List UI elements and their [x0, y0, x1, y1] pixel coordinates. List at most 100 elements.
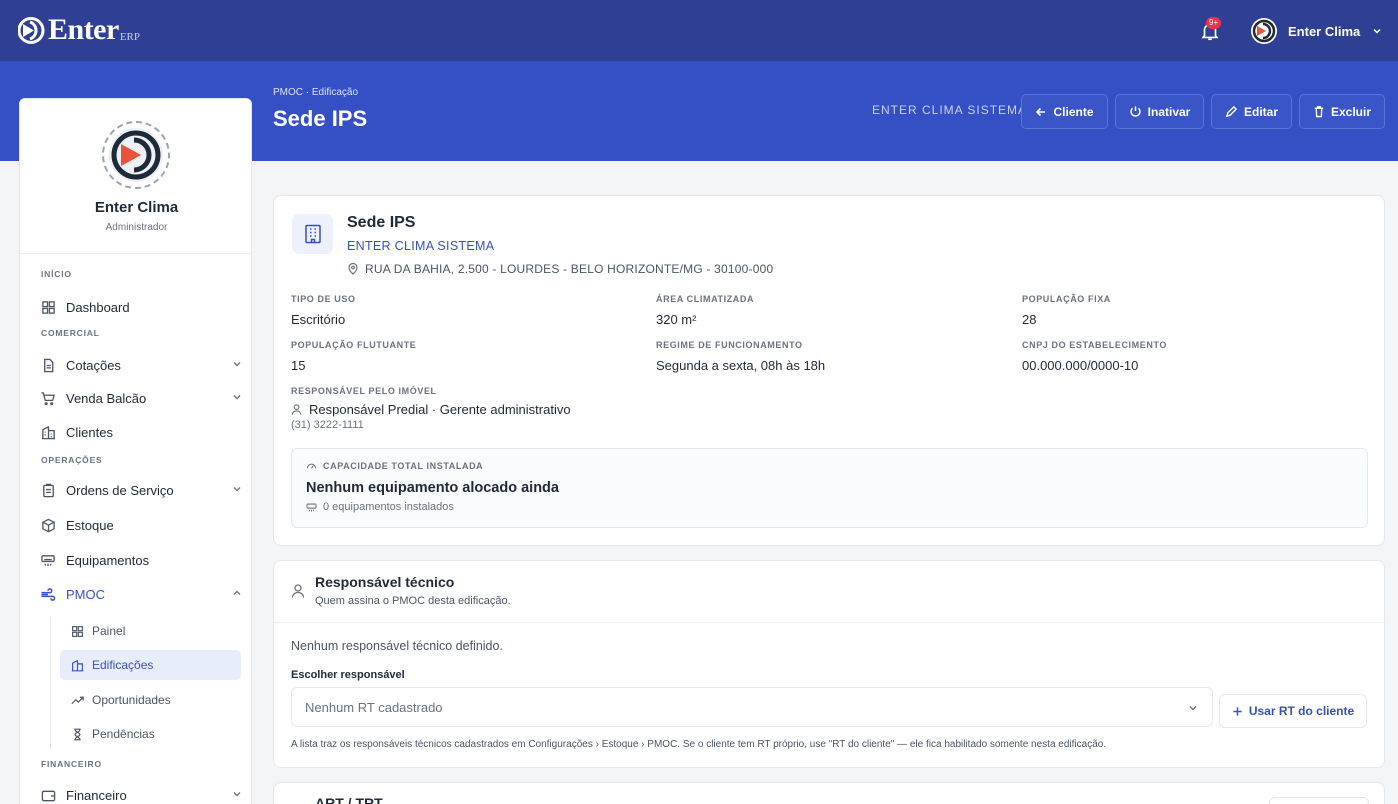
section-financeiro: FINANCEIRO [41, 759, 102, 769]
field-value-area: 320 m² [656, 312, 697, 327]
trash-icon [1314, 106, 1324, 118]
chevron-down-icon [233, 395, 241, 400]
user-icon [291, 584, 305, 598]
sidebar-subitem-label: Pendências [92, 727, 155, 741]
capacity-count: 0 equipamentos instalados [323, 501, 454, 513]
sidebar-item-pmoc[interactable]: PMOC [40, 580, 242, 608]
plus-icon [1233, 706, 1242, 716]
box-icon [40, 517, 56, 533]
building-card: Sede IPS ENTER CLIMA SISTEMA RUA DA BAHI… [273, 195, 1385, 546]
chevron-down-icon [233, 792, 241, 797]
top-bar [0, 0, 1398, 61]
sidebar-item-label: Financeiro [66, 787, 127, 803]
sidebar-item-label: Clientes [66, 424, 113, 440]
rt-choose-label: Escolher responsável [291, 669, 405, 681]
field-value-pop-flutuante: 15 [291, 358, 306, 373]
map-pin-icon [348, 263, 358, 275]
field-label-area: ÁREA CLIMATIZADA [656, 294, 755, 304]
sidebar-item-financeiro[interactable]: Financeiro [40, 781, 242, 804]
art-trt-card: ART / TRT [273, 782, 1385, 804]
sidebar-subitem-edificacoes[interactable]: Edificações [60, 650, 241, 680]
field-label-cnpj: CNPJ DO ESTABELECIMENTO [1022, 340, 1167, 350]
field-label-tipo-uso: TIPO DE USO [291, 294, 356, 304]
capacity-label-row: CAPACIDADE TOTAL INSTALADA [306, 460, 483, 471]
sidebar-item-dashboard[interactable]: Dashboard [40, 293, 242, 321]
field-value-cnpj: 00.000.000/0000-10 [1022, 358, 1139, 373]
responsavel-text: Responsável Predial · Gerente administra… [309, 402, 571, 417]
inactivate-label: Inativar [1147, 104, 1191, 119]
sidebar-subitem-painel[interactable]: Painel [60, 616, 241, 646]
back-to-client-button[interactable]: Cliente [1021, 94, 1108, 129]
cart-icon [40, 390, 56, 406]
rt-card-header: Responsável técnico Quem assina o PMOC d… [274, 561, 1386, 623]
building-icon [70, 658, 84, 672]
grid-icon [70, 624, 84, 638]
sidebar-item-clientes[interactable]: Clientes [40, 418, 242, 446]
capacity-label: CAPACIDADE TOTAL INSTALADA [323, 460, 484, 471]
clipboard-icon [40, 482, 56, 498]
avatar [102, 121, 170, 189]
field-label-regime: REGIME DE FUNCIONAMENTO [656, 340, 803, 350]
address-text: RUA DA BAHIA, 2.500 - LOURDES - BELO HOR… [365, 262, 774, 276]
inactivate-button[interactable]: Inativar [1115, 94, 1204, 129]
brand-suffix: ERP [119, 31, 141, 43]
section-operacoes: OPERAÇÕES [41, 455, 103, 465]
divider [20, 253, 253, 254]
art-title: ART / TRT [315, 795, 383, 804]
rt-empty-text: Nenhum responsável técnico definido. [291, 639, 503, 653]
sidebar-subitem-pendencias[interactable]: Pendências [60, 719, 241, 749]
rt-title: Responsável técnico [315, 574, 455, 590]
sidebar-item-ordens-servico[interactable]: Ordens de Serviço [40, 476, 242, 504]
wind-icon [40, 586, 56, 602]
sidebar-item-equipamentos[interactable]: Equipamentos [40, 546, 242, 574]
building-address: RUA DA BAHIA, 2.500 - LOURDES - BELO HOR… [347, 262, 773, 276]
grid-icon [40, 299, 56, 315]
client-label: ENTER CLIMA SISTEMA [872, 103, 1028, 117]
user-menu[interactable]: Enter Clima [1250, 17, 1382, 45]
building-client-link[interactable]: ENTER CLIMA SISTEMA [347, 239, 494, 253]
sidebar-subitem-label: Edificações [92, 658, 154, 672]
building-icon [40, 424, 56, 440]
sidebar-item-label: Estoque [66, 517, 114, 533]
sidebar-item-label: Ordens de Serviço [66, 482, 174, 498]
page-title: Sede IPS [273, 106, 368, 131]
section-comercial: COMERCIAL [41, 328, 100, 338]
field-label-pop-flutuante: POPULAÇÃO FLUTUANTE [291, 340, 417, 350]
delete-button[interactable]: Excluir [1299, 94, 1385, 129]
air-conditioner-icon [306, 503, 317, 512]
field-label-responsavel: RESPONSÁVEL PELO IMÓVEL [291, 386, 437, 396]
capacity-count-row: 0 equipamentos instalados [306, 501, 454, 513]
sidebar-item-label: Dashboard [66, 299, 130, 315]
building-icon [292, 214, 333, 254]
sidebar-item-venda-balcao[interactable]: Venda Balcão [40, 384, 242, 412]
trending-up-icon [70, 693, 84, 707]
edit-button[interactable]: Editar [1211, 94, 1292, 129]
sidebar-subitem-oportunidades[interactable]: Oportunidades [60, 685, 241, 715]
field-value-pop-fixa: 28 [1022, 312, 1037, 327]
air-conditioner-icon [40, 552, 56, 568]
user-avatar-icon [1251, 18, 1277, 44]
sidebar: Enter Clima Administrador INÍCIO Dashboa… [19, 98, 253, 804]
brand-name: Enter [48, 13, 119, 46]
rt-select[interactable]: Nenhum RT cadastrado [291, 687, 1213, 727]
sidebar-subitem-label: Oportunidades [92, 693, 171, 707]
art-action-button[interactable] [1269, 797, 1369, 804]
section-inicio: INÍCIO [41, 269, 72, 279]
company-logo-icon [109, 128, 163, 182]
breadcrumb[interactable]: PMOC · Edificação [273, 87, 358, 98]
brand-logo[interactable]: Enter ERP [18, 15, 140, 45]
sidebar-item-label: PMOC [66, 586, 105, 602]
building-name: Sede IPS [347, 214, 416, 231]
sidebar-item-cotacoes[interactable]: Cotações [40, 351, 242, 379]
user-name: Enter Clima [1288, 23, 1361, 39]
capacity-value: Nenhum equipamento alocado ainda [306, 480, 559, 496]
enter-logo-icon [18, 17, 45, 44]
chevron-up-icon [233, 590, 241, 595]
use-client-rt-button[interactable]: Usar RT do cliente [1219, 694, 1367, 728]
sidebar-user-role: Administrador [105, 222, 168, 233]
sidebar-item-label: Equipamentos [66, 552, 150, 568]
sidebar-item-estoque[interactable]: Estoque [40, 511, 242, 539]
document-icon [40, 357, 56, 373]
chevron-down-icon [1373, 28, 1381, 34]
field-value-regime: Segunda a sexta, 08h às 18h [656, 358, 826, 373]
